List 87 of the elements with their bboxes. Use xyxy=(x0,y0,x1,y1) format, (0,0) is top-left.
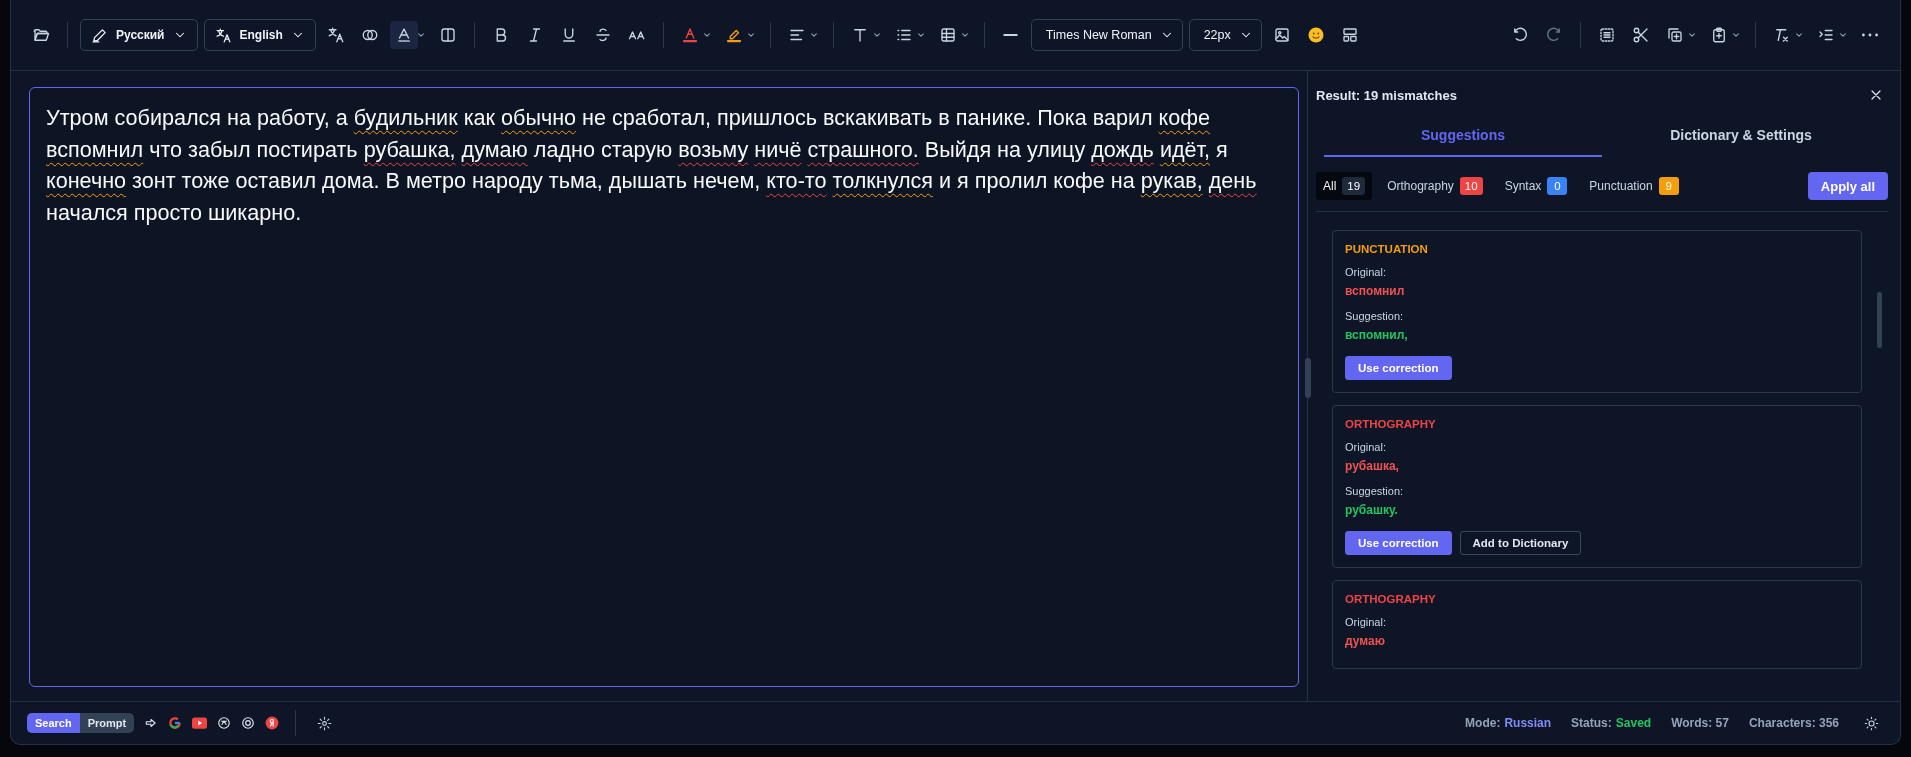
original-label: Original: xyxy=(1345,441,1387,453)
text-effect-button[interactable] xyxy=(389,21,418,49)
redo-icon xyxy=(1545,26,1563,44)
translate-icon xyxy=(326,26,345,44)
font-color-icon xyxy=(680,26,699,44)
count-badge: 19 xyxy=(1342,177,1366,195)
horizontal-rule-icon xyxy=(1003,34,1019,36)
mode-toggle[interactable]: Search xyxy=(27,713,80,733)
add-to-dictionary-button[interactable]: Add to Dictionary xyxy=(1459,531,1582,555)
category-label: PUNCTUATION xyxy=(1345,243,1429,255)
smiley-icon xyxy=(1306,26,1325,44)
flagged-word[interactable]: кто-то xyxy=(766,168,827,193)
category-label: ORTHOGRAPHY xyxy=(1345,418,1437,430)
flagged-word[interactable]: думаю xyxy=(461,136,528,162)
select-all-icon xyxy=(1598,26,1616,44)
image-icon xyxy=(1272,26,1291,44)
suggestion-label: Suggestion: xyxy=(1345,485,1405,497)
paste-icon xyxy=(1710,26,1728,44)
flagged-word[interactable]: день xyxy=(1208,168,1257,193)
word-count: Words: 57 xyxy=(1671,716,1729,730)
flagged-word[interactable]: конечно xyxy=(46,168,127,193)
count-badge: 9 xyxy=(1658,177,1679,195)
text-editor[interactable]: Утром собирался на работу, а будильник как обычно не сработал, пришлось вскакивать в панике. Пока варил кофе вспомнил что забыл постирать рубашка, думаю ладно старую возьму ничё страшного. Выйдя на улицу дождь идёт, я конечно зонт тоже оставил дома. В метро народу тьма, дышать нечем, кто-то толкнулся и я пролил кофе на рукав, день начался просто шикарно. xyxy=(29,87,1299,687)
mode-value: Russian xyxy=(1504,716,1552,730)
count-badge: 10 xyxy=(1459,177,1483,195)
more-icon xyxy=(1862,33,1878,37)
filter-chip[interactable]: Punctuation 9 xyxy=(1582,172,1686,200)
flagged-word[interactable]: страшного. xyxy=(807,136,919,162)
emblem-icon[interactable] xyxy=(217,716,232,730)
filter-chip[interactable]: Syntax 0 xyxy=(1497,172,1575,200)
copy-icon xyxy=(1666,26,1684,44)
original-text: рубашка, xyxy=(1345,459,1400,473)
apply-all-button[interactable]: Apply all xyxy=(1807,172,1888,200)
target-language-dropdown[interactable]: English xyxy=(203,19,316,51)
flagged-word[interactable]: вспомнил xyxy=(46,136,144,162)
original-text: вспомнил xyxy=(1345,284,1406,298)
flagged-word[interactable]: дождь xyxy=(1091,136,1154,162)
panel-tab[interactable]: Dictionary & Settings xyxy=(1602,115,1880,157)
flagged-word[interactable]: будильник xyxy=(353,105,458,130)
undo-icon xyxy=(1511,26,1529,44)
filter-chip[interactable]: Orthography 10 xyxy=(1380,172,1490,200)
source-language-dropdown[interactable]: Русский xyxy=(80,19,198,51)
pen-icon xyxy=(91,26,108,44)
mode-label: Mode: xyxy=(1465,716,1501,730)
circle-icon[interactable] xyxy=(265,716,280,730)
knot-icon[interactable] xyxy=(241,716,256,730)
character-count: Characters: 356 xyxy=(1748,716,1839,730)
panel-tab[interactable]: Suggestions xyxy=(1324,115,1602,157)
filter-chip[interactable]: All 19 xyxy=(1316,172,1373,200)
scrollbar-thumb[interactable] xyxy=(1877,292,1882,348)
mode-toggle[interactable]: Prompt xyxy=(79,713,135,733)
status-label: Status: xyxy=(1571,716,1612,730)
flagged-word[interactable]: идёт, xyxy=(1159,136,1211,162)
open-file-icon xyxy=(32,26,50,44)
original-label: Original: xyxy=(1345,616,1387,628)
count-badge: 0 xyxy=(1547,177,1568,195)
flagged-word[interactable]: толкнулся xyxy=(832,168,934,193)
flagged-word[interactable]: возьму xyxy=(678,136,749,162)
table-icon xyxy=(938,26,957,44)
font-size-select[interactable]: 22px xyxy=(1188,19,1262,51)
sun-icon xyxy=(1864,715,1879,731)
suggestion-text: рубашку. xyxy=(1345,503,1399,517)
original-label: Original: xyxy=(1345,266,1387,278)
settings-icon xyxy=(317,715,333,731)
use-correction-button[interactable]: Use correction xyxy=(1345,356,1452,380)
category-label: ORTHOGRAPHY xyxy=(1345,593,1437,605)
flagged-word[interactable]: рубашка, xyxy=(363,136,456,162)
original-text: думаю xyxy=(1345,634,1386,648)
suggestion-label: Suggestion: xyxy=(1345,310,1405,322)
cut-icon xyxy=(1632,26,1650,44)
status-value: Saved xyxy=(1615,716,1652,730)
resize-handle[interactable] xyxy=(1305,358,1311,398)
translate-icon xyxy=(214,26,232,44)
layout-icon xyxy=(1340,26,1359,44)
strikethrough-icon xyxy=(593,26,612,44)
suggestion-text: вспомнил, xyxy=(1345,328,1409,342)
clear-format-icon xyxy=(1773,26,1791,44)
result-title: Result: 19 mismatches xyxy=(1316,87,1457,103)
flagged-word[interactable]: ничё xyxy=(754,136,802,162)
ring-icon[interactable] xyxy=(168,716,183,730)
play-icon[interactable] xyxy=(192,717,208,729)
flagged-word[interactable]: обычно xyxy=(501,105,577,130)
use-correction-button[interactable]: Use correction xyxy=(1345,531,1452,555)
flagged-word[interactable]: кофе xyxy=(1158,105,1211,130)
flagged-word[interactable]: рукав, xyxy=(1140,168,1203,193)
font-family-select[interactable]: Times New Roman xyxy=(1030,19,1183,51)
split-view-icon xyxy=(438,26,457,44)
